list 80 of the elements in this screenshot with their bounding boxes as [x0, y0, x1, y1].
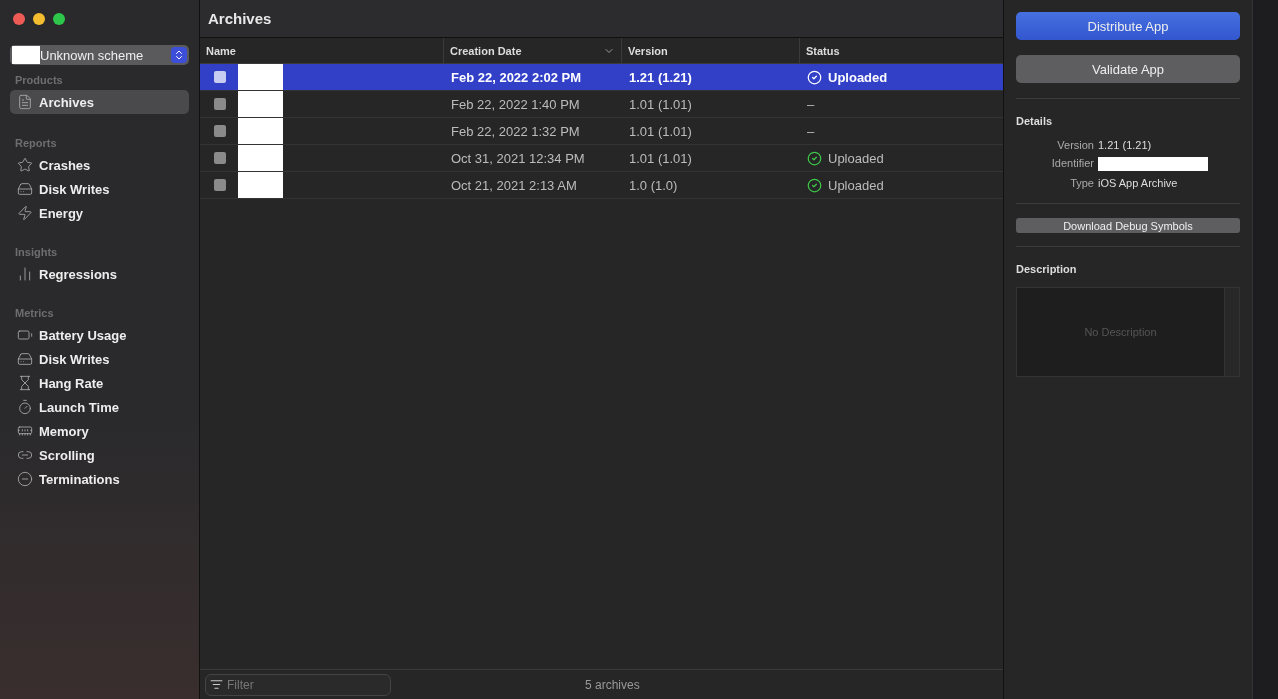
sidebar-item[interactable]: Archives: [10, 90, 189, 114]
redaction-block: [238, 172, 283, 198]
table-cell-text: 1.01 (1.01): [628, 95, 693, 114]
section-title: Insights: [15, 246, 59, 258]
table-cell-text: Feb 22, 2022 1:32 PM: [450, 122, 581, 141]
detail-value: iOS App Archive: [1098, 177, 1179, 189]
app-icon: [214, 152, 226, 164]
app-icon: [214, 98, 226, 110]
battery-icon: [17, 327, 33, 343]
table-cell-text: 1.01 (1.01): [628, 149, 693, 168]
section-title: Products: [15, 74, 64, 86]
sidebar-item[interactable]: Scrolling: [10, 443, 189, 467]
status-text: –: [807, 96, 815, 112]
redaction-block: [12, 46, 40, 64]
window-title: Archives: [200, 0, 1003, 38]
filter-field[interactable]: Filter: [205, 673, 391, 696]
table-cell-text: 1.01 (1.01): [628, 122, 693, 141]
status-text: –: [807, 123, 815, 139]
sidebar-item[interactable]: Energy: [10, 201, 189, 225]
check-circle-icon: [807, 177, 822, 193]
timer-icon: [17, 399, 33, 415]
detail-label: Version: [1056, 139, 1094, 151]
table-cell-text: 1.21 (1.21): [628, 68, 693, 87]
redaction-block: [238, 91, 283, 117]
table-row[interactable]: Oct 31, 2021 12:34 PM 1.01 (1.01) Uploaded: [200, 145, 1003, 172]
zoom-button[interactable]: [53, 13, 65, 25]
section-heading: Description: [1016, 263, 1078, 275]
table-cell-text: Oct 21, 2021 2:13 AM: [450, 176, 578, 195]
table-row[interactable]: Feb 22, 2022 2:02 PM 1.21 (1.21) Uploaded: [200, 64, 1003, 91]
check-circle-icon: [807, 150, 822, 166]
sidebar-item[interactable]: Launch Time: [10, 395, 189, 419]
document-icon: [17, 94, 33, 110]
status-text: Uploaded: [828, 69, 888, 85]
section-title: Reports: [15, 137, 58, 149]
stepper-icon: [171, 47, 187, 63]
sidebar-item[interactable]: Terminations: [10, 467, 189, 491]
archive-count: 5 archives: [585, 677, 640, 692]
minimize-button[interactable]: [33, 13, 45, 25]
hourglass-icon: [17, 375, 33, 391]
memory-icon: [17, 423, 33, 439]
sidebar-item[interactable]: Disk Writes: [10, 177, 189, 201]
download-button[interactable]: Download Debug Symbols: [1016, 218, 1240, 233]
validate-button[interactable]: Validate App: [1016, 55, 1240, 83]
status-text: Uploaded: [828, 150, 884, 166]
minus-circle-icon: [17, 471, 33, 487]
drive-icon: [17, 181, 33, 197]
filter-icon: [210, 677, 223, 691]
table-row[interactable]: Feb 22, 2022 1:40 PM 1.01 (1.01) –: [200, 91, 1003, 118]
table-cell-text: Feb 22, 2022 1:40 PM: [450, 95, 581, 114]
sidebar-item[interactable]: Regressions: [10, 262, 189, 286]
table-row[interactable]: Oct 21, 2021 2:13 AM 1.0 (1.0) Uploaded: [200, 172, 1003, 199]
detail-value: 1.21 (1.21): [1098, 139, 1153, 151]
bolt-icon: [17, 205, 33, 221]
drive-icon: [17, 351, 33, 367]
sidebar-item[interactable]: Memory: [10, 419, 189, 443]
close-button[interactable]: [13, 13, 25, 25]
redaction-block: [238, 118, 283, 144]
bars-icon: [17, 266, 33, 282]
table-cell-text: Feb 22, 2022 2:02 PM: [450, 68, 583, 87]
detail-label: Identifier: [1050, 157, 1094, 171]
star-icon: [17, 157, 33, 173]
sidebar-item[interactable]: Battery Usage: [10, 323, 189, 347]
table-cell-text: Oct 31, 2021 12:34 PM: [450, 149, 586, 168]
status-text: Uploaded: [828, 177, 884, 193]
sidebar-item[interactable]: Hang Rate: [10, 371, 189, 395]
app-icon: [214, 71, 226, 83]
check-circle-icon: [807, 69, 822, 85]
redaction-block: [238, 64, 283, 90]
sidebar-item[interactable]: Crashes: [10, 153, 189, 177]
table-row[interactable]: Feb 22, 2022 1:32 PM 1.01 (1.01) –: [200, 118, 1003, 145]
app-icon: [214, 125, 226, 137]
distribute-button[interactable]: Distribute App: [1016, 12, 1240, 40]
detail-label: Type: [1069, 177, 1094, 189]
section-heading: Details: [1016, 115, 1054, 127]
section-title: Metrics: [15, 307, 55, 319]
table-cell-text: 1.0 (1.0): [628, 176, 679, 195]
scheme-selector[interactable]: Unknown scheme: [10, 45, 189, 65]
redaction-block: [238, 145, 283, 171]
app-icon: [214, 179, 226, 191]
sidebar-item[interactable]: Disk Writes: [10, 347, 189, 371]
